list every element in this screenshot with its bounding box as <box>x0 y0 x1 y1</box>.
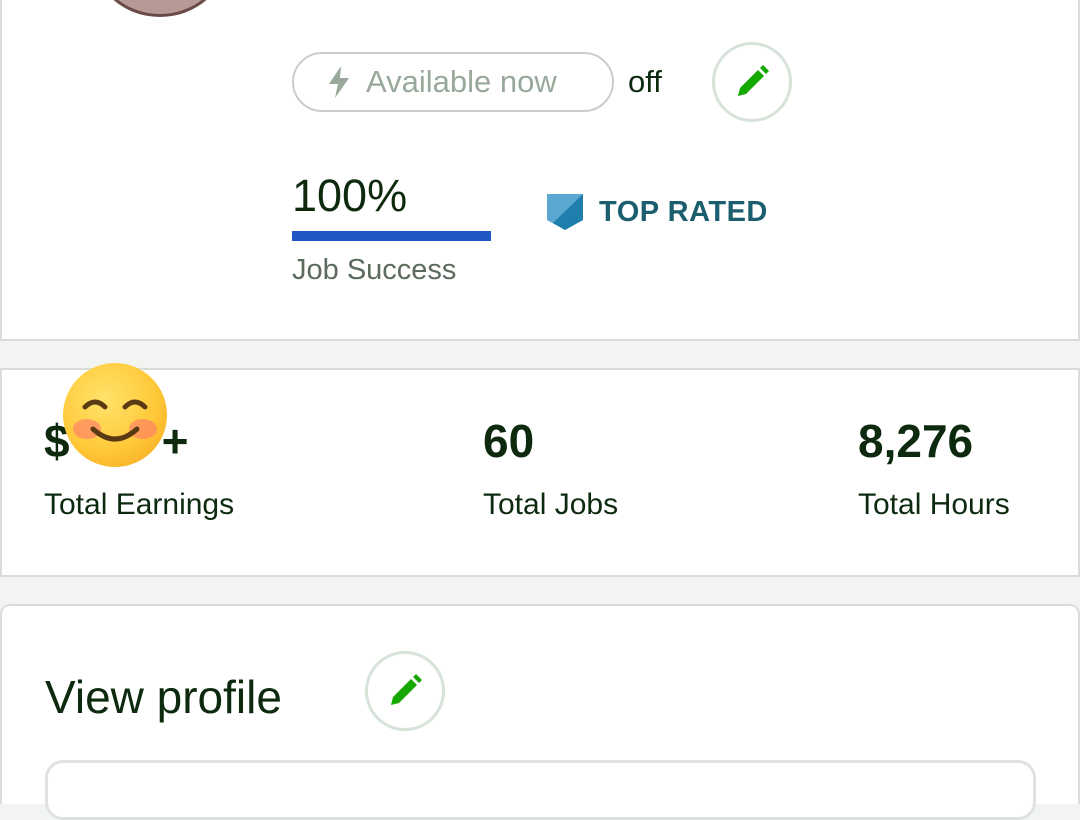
total-hours-value: 8,276 <box>858 415 974 467</box>
available-now-toggle[interactable]: Available now <box>292 52 614 112</box>
top-rated-badge-icon <box>547 194 583 230</box>
total-jobs-value: 60 <box>483 415 535 467</box>
top-rated-label: TOP RATED <box>599 195 768 228</box>
total-hours-label: Total Hours <box>858 488 1010 521</box>
pencil-icon <box>738 65 769 96</box>
availability-state: off <box>628 64 662 99</box>
job-success-bar <box>292 231 491 241</box>
available-now-label: Available now <box>366 64 557 99</box>
avatar[interactable] <box>92 0 228 17</box>
view-profile-title[interactable]: View profile <box>45 670 282 724</box>
total-jobs-label: Total Jobs <box>483 488 619 521</box>
job-success-value: 100% <box>292 170 408 221</box>
pencil-icon <box>391 674 422 705</box>
smiling-face-emoji <box>63 363 167 467</box>
job-success-bar-fill <box>292 231 491 241</box>
profile-content-box <box>45 760 1036 820</box>
edit-profile-button[interactable] <box>365 651 445 731</box>
edit-availability-button[interactable] <box>712 42 792 122</box>
total-earnings-label: Total Earnings <box>44 488 235 521</box>
lightning-bolt-icon <box>326 65 352 99</box>
top-rated-badge: TOP RATED <box>545 192 768 232</box>
job-success-label: Job Success <box>292 254 457 286</box>
